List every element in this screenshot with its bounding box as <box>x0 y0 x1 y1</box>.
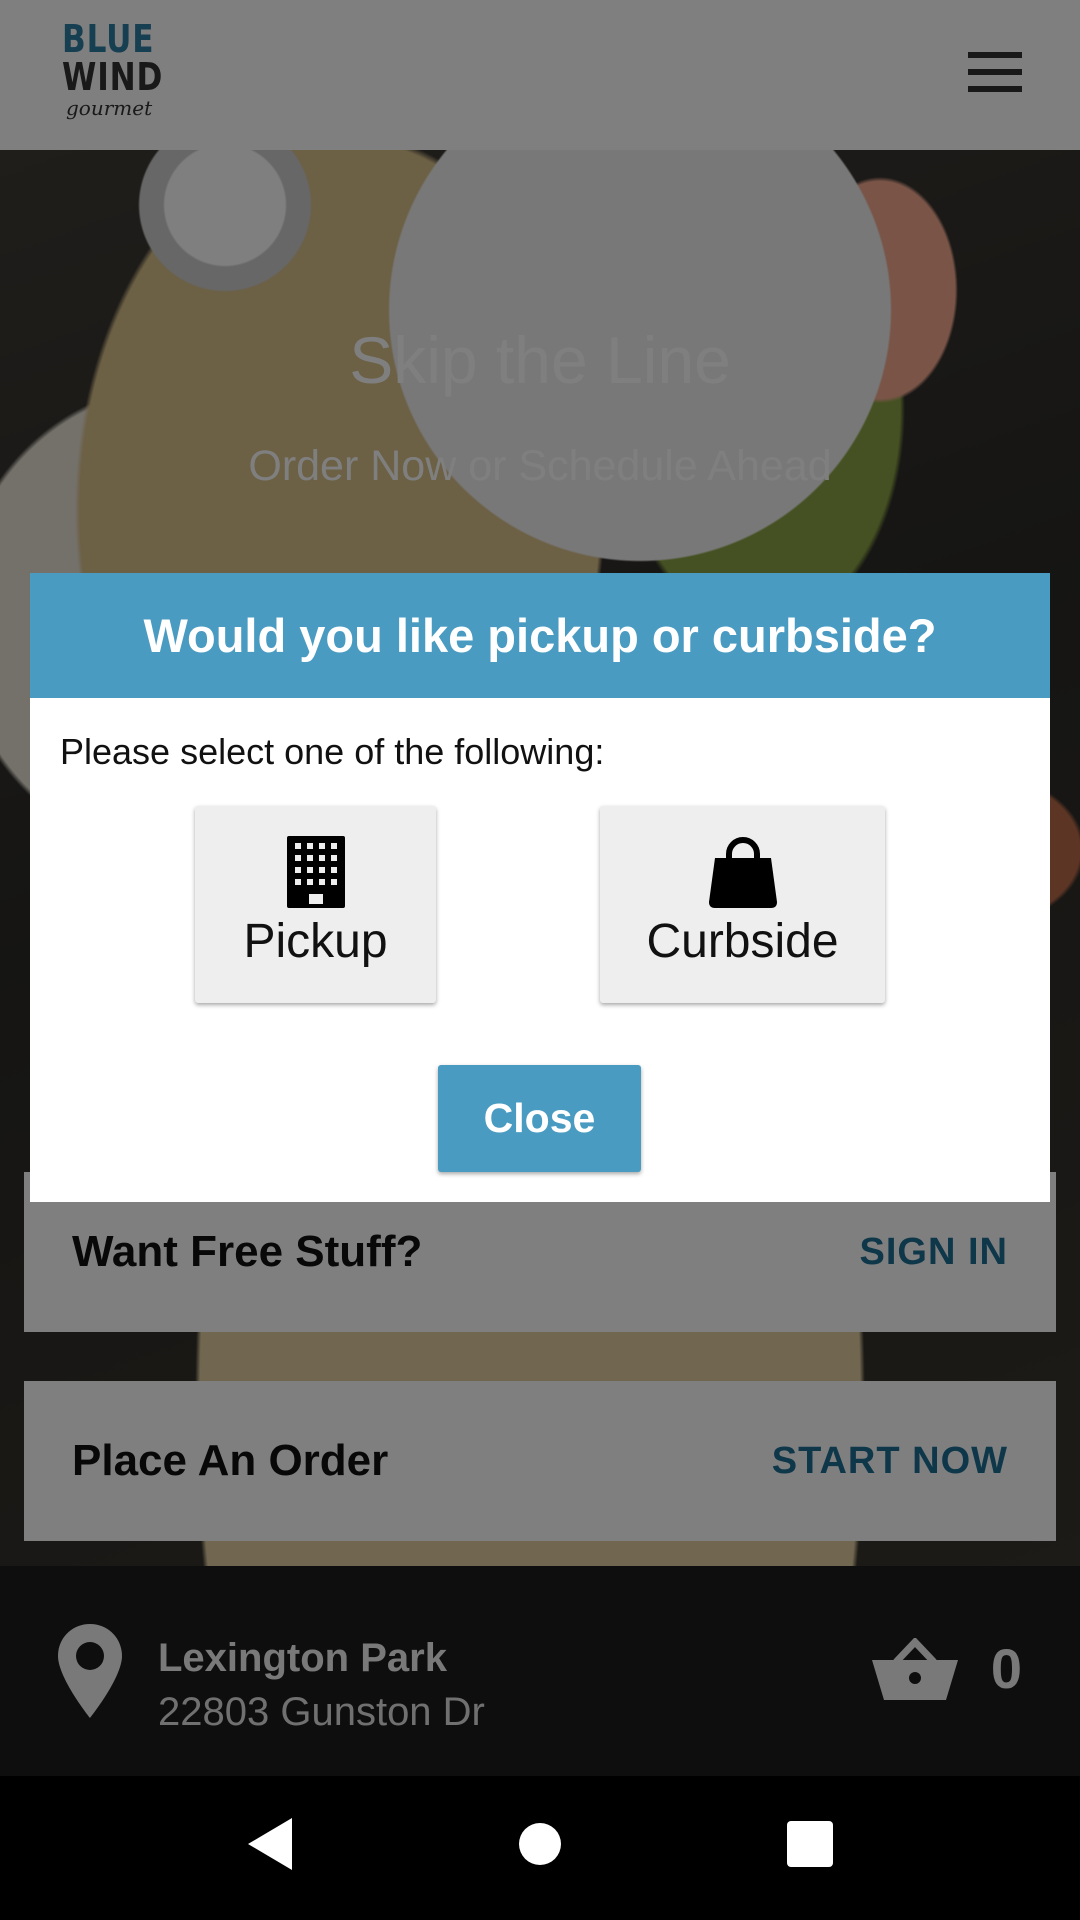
home-icon[interactable] <box>518 1816 562 1872</box>
android-navigation-bar <box>0 1776 1080 1920</box>
recents-icon[interactable] <box>786 1816 834 1872</box>
pickup-label: Pickup <box>243 915 388 968</box>
fulfillment-dialog: Would you like pickup or curbside? Pleas… <box>30 573 1050 1202</box>
dialog-prompt: Please select one of the following: <box>60 731 605 772</box>
back-icon[interactable] <box>244 1816 294 1872</box>
close-button[interactable]: Close <box>438 1065 641 1172</box>
curbside-label: Curbside <box>646 915 839 968</box>
curbside-option-button[interactable]: Curbside <box>600 806 885 1003</box>
building-icon <box>286 836 345 908</box>
dialog-title: Would you like pickup or curbside? <box>30 573 1050 698</box>
shopping-bag-icon <box>708 837 777 908</box>
pickup-option-button[interactable]: Pickup <box>195 806 436 1003</box>
